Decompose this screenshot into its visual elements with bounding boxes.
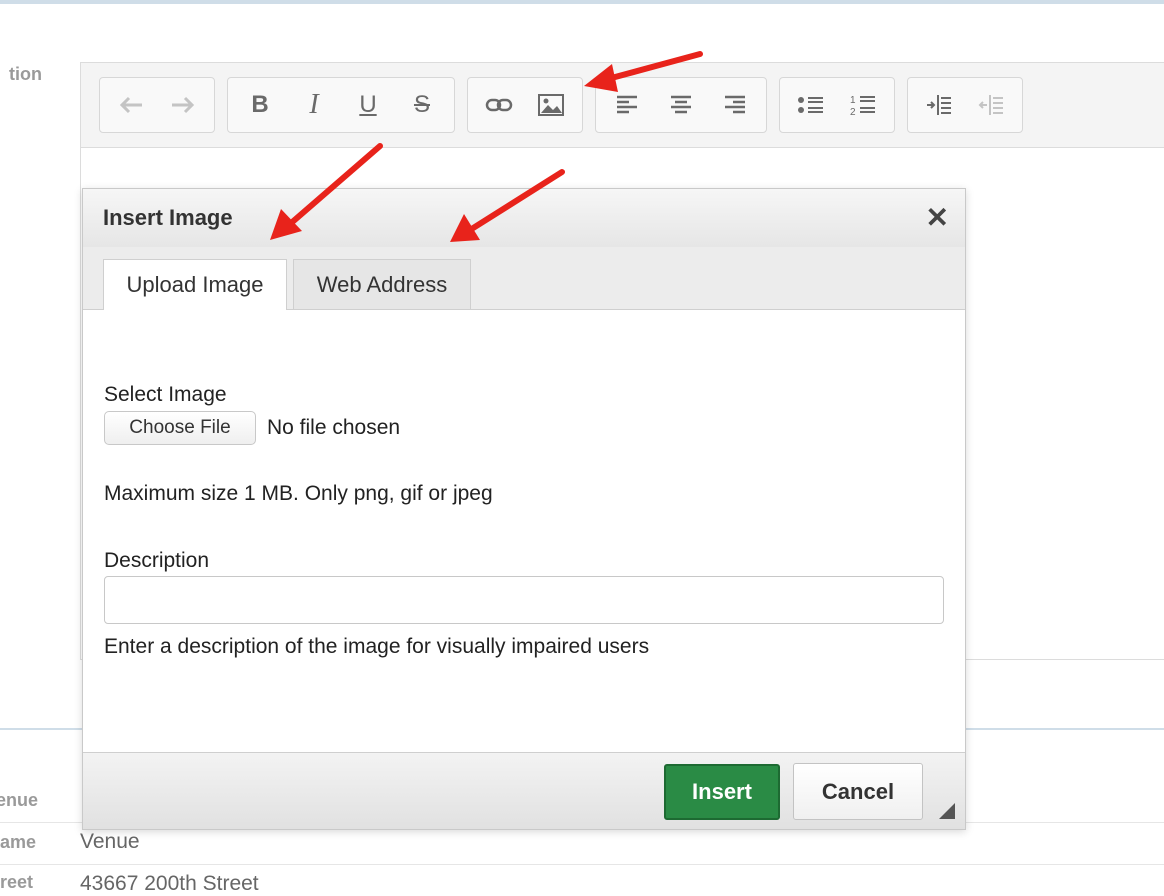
venue-street-value: 43667 200th Street — [80, 872, 259, 895]
bulleted-list-icon[interactable] — [788, 78, 834, 132]
cancel-button[interactable]: Cancel — [793, 763, 923, 820]
alignment-group — [595, 77, 767, 133]
row-divider — [0, 864, 1164, 865]
dialog-tabs: Upload Image Web Address — [83, 247, 965, 310]
indent-icon[interactable] — [916, 78, 962, 132]
insert-button[interactable]: Insert — [664, 764, 780, 820]
align-right-icon[interactable] — [710, 78, 760, 132]
outdent-icon[interactable] — [968, 78, 1014, 132]
file-status-text: No file chosen — [267, 416, 401, 439]
underline-icon[interactable]: U — [344, 78, 392, 132]
file-size-hint: Maximum size 1 MB. Only png, gif or jpeg — [104, 482, 493, 505]
top-divider — [0, 0, 1164, 4]
description-input[interactable] — [104, 576, 944, 624]
svg-text:2: 2 — [850, 107, 856, 117]
list-group: 12 — [779, 77, 895, 133]
venue-name-value: Venue — [80, 830, 140, 853]
image-icon[interactable] — [528, 78, 574, 132]
dialog-footer: Insert Cancel — [83, 752, 965, 829]
redo-icon[interactable] — [160, 78, 204, 132]
choose-file-button[interactable]: Choose File — [104, 411, 256, 445]
numbered-list-icon[interactable]: 12 — [840, 78, 886, 132]
select-image-label: Select Image — [104, 383, 227, 406]
indent-group — [907, 77, 1023, 133]
description-label: Description — [104, 549, 210, 572]
close-icon[interactable]: ✕ — [926, 201, 949, 234]
description-help-text: Enter a description of the image for vis… — [104, 635, 650, 658]
svg-text:1: 1 — [850, 95, 856, 106]
field-label-venue: enue — [0, 790, 39, 810]
italic-icon[interactable]: I — [290, 78, 338, 132]
text-style-group: B I U S — [227, 77, 455, 133]
align-center-icon[interactable] — [656, 78, 706, 132]
dialog-title: Insert Image — [103, 205, 233, 230]
field-label-name: ame — [0, 832, 37, 852]
history-group — [99, 77, 215, 133]
dialog-titlebar[interactable]: Insert Image ✕ — [83, 189, 965, 248]
insert-group — [467, 77, 583, 133]
link-icon[interactable] — [476, 78, 522, 132]
strikethrough-icon[interactable]: S — [398, 78, 446, 132]
undo-icon[interactable] — [110, 78, 154, 132]
field-label-description: tion — [9, 64, 42, 84]
resize-handle-icon[interactable] — [939, 803, 955, 819]
editor-toolbar: B I U S 1 2 — [81, 63, 1164, 148]
bold-icon[interactable]: B — [236, 78, 284, 132]
field-label-street: reet — [0, 872, 34, 892]
tab-upload-image[interactable]: Upload Image — [103, 259, 287, 310]
align-left-icon[interactable] — [602, 78, 652, 132]
tab-web-address[interactable]: Web Address — [293, 259, 471, 309]
insert-image-dialog: Insert Image ✕ Upload Image Web Address … — [82, 188, 966, 830]
